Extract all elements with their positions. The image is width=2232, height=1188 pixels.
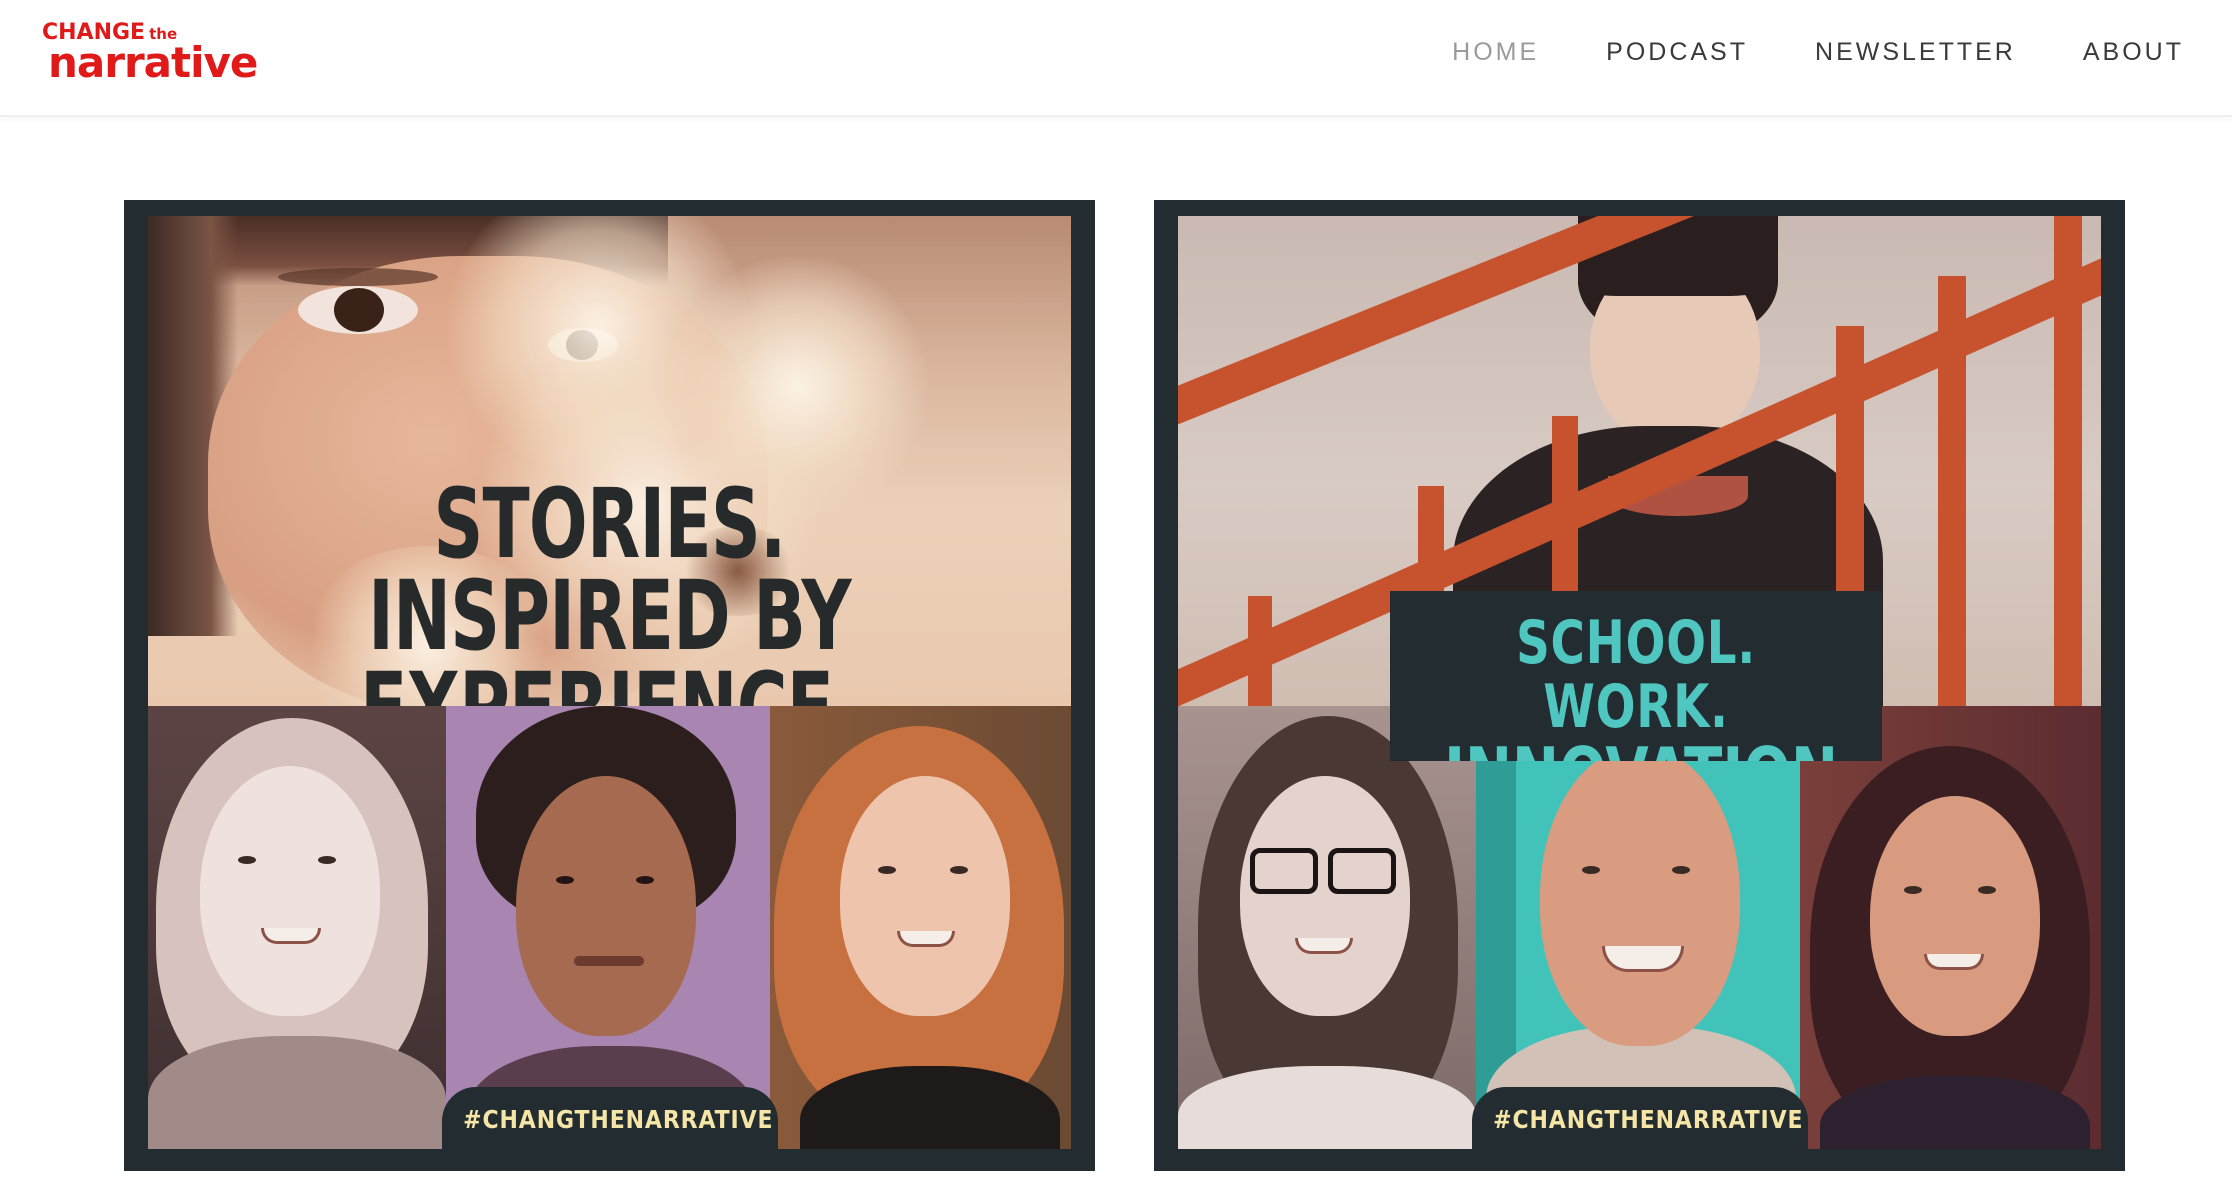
nav-podcast[interactable]: PODCAST — [1606, 38, 1748, 67]
portrait-2 — [446, 706, 770, 1149]
site-logo[interactable]: CHANGE the narrative — [42, 22, 258, 87]
promo-card-school[interactable]: SCHOOL. WORK. INNOVATION. #CHANGTHENARRA… — [1154, 200, 2125, 1171]
portrait-1 — [1178, 706, 1476, 1149]
card-image: SCHOOL. WORK. INNOVATION. #CHANGTHENARRA… — [1178, 216, 2101, 1149]
portrait-row — [148, 706, 1071, 1149]
portrait-1 — [148, 706, 446, 1149]
portrait-3 — [770, 706, 1071, 1149]
promo-card-stories[interactable]: STORIES. INSPIRED BY EXPERIENCE. — [124, 200, 1095, 1171]
hashtag-badge: #CHANGTHENARRATIVE — [442, 1087, 778, 1149]
card-headline-box: SCHOOL. WORK. INNOVATION. — [1390, 591, 1882, 761]
portrait-3 — [1800, 706, 2101, 1149]
logo-line-bottom: narrative — [48, 38, 258, 87]
nav-newsletter[interactable]: NEWSLETTER — [1815, 38, 2016, 67]
portrait-2 — [1476, 706, 1800, 1149]
card-headline: SCHOOL. WORK. INNOVATION. — [1444, 608, 1859, 761]
portrait-row — [1178, 706, 2101, 1149]
nav-home[interactable]: HOME — [1452, 38, 1539, 67]
site-header: CHANGE the narrative HOME PODCAST NEWSLET… — [0, 0, 2232, 117]
main-nav: HOME PODCAST NEWSLETTER ABOUT — [1452, 38, 2184, 67]
card-image: STORIES. INSPIRED BY EXPERIENCE. — [148, 216, 1071, 1149]
hashtag-badge: #CHANGTHENARRATIVE — [1472, 1087, 1808, 1149]
nav-about[interactable]: ABOUT — [2083, 38, 2184, 67]
